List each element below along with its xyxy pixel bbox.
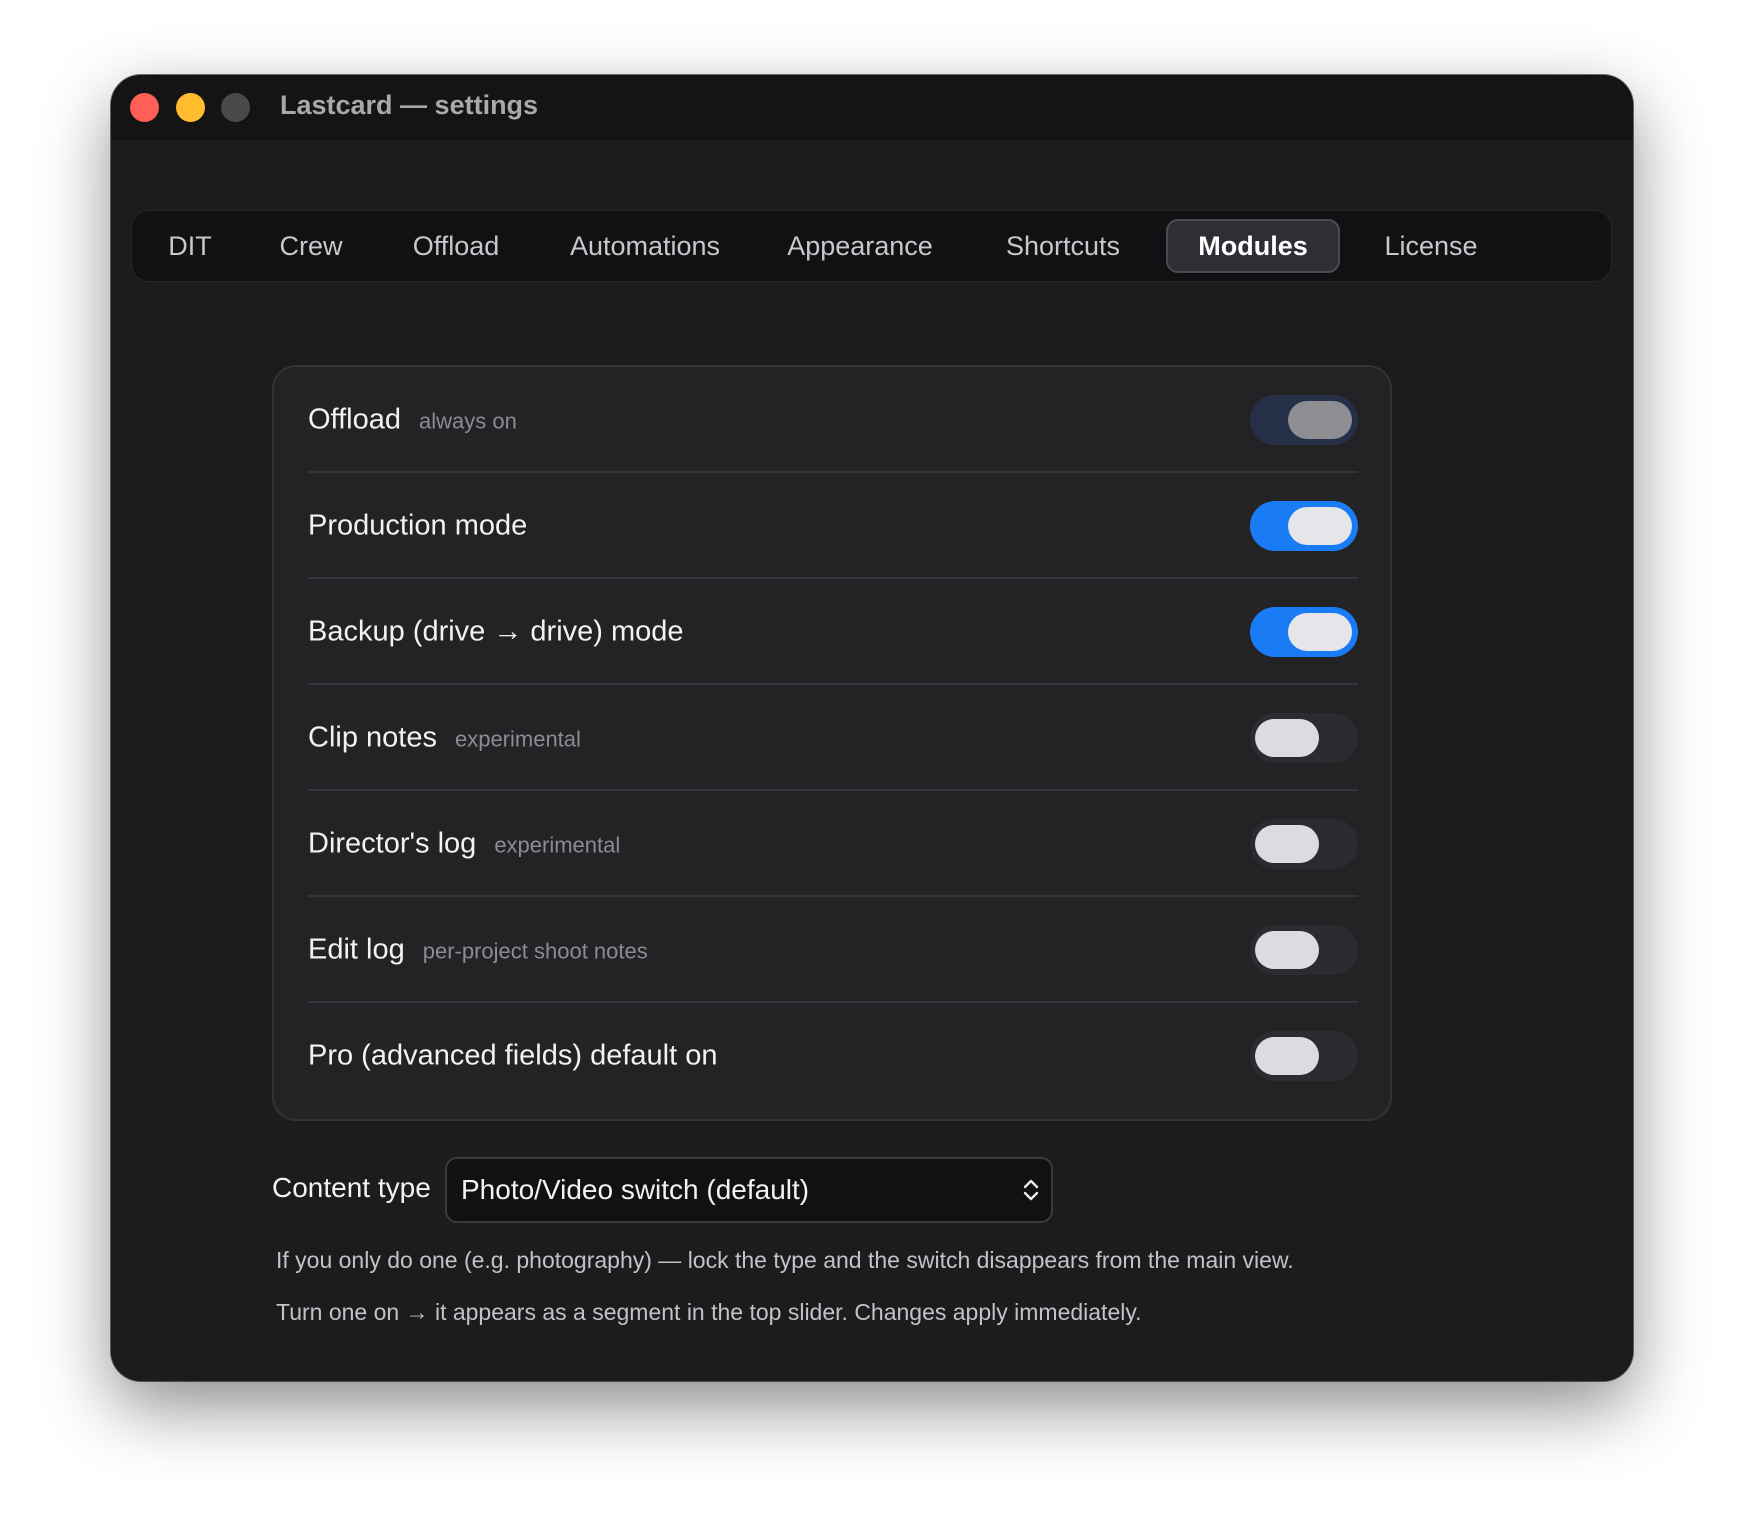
- module-title: Edit log: [308, 933, 405, 966]
- tab-modules[interactable]: Modules: [1166, 219, 1340, 273]
- module-title: Pro (advanced fields) default on: [308, 1039, 718, 1072]
- toggle-knob: [1255, 825, 1319, 863]
- content-type-select[interactable]: Photo/Video switch (default): [445, 1157, 1053, 1223]
- modules-panel: Offload always on Production mode Backup …: [272, 365, 1392, 1121]
- clip-notes-toggle[interactable]: [1250, 713, 1358, 763]
- directors-log-toggle[interactable]: [1250, 819, 1358, 869]
- module-hint: experimental: [494, 832, 621, 858]
- chevron-up-down-icon: [1023, 1179, 1039, 1201]
- close-window-button[interactable]: [130, 93, 159, 122]
- module-title: Clip notes: [308, 721, 437, 754]
- toggle-knob: [1288, 507, 1352, 545]
- module-row-clip-notes: Clip notes experimental: [308, 685, 1358, 791]
- module-hint: experimental: [454, 726, 581, 752]
- module-row-backup-mode: Backup (drive → drive) mode: [308, 579, 1358, 685]
- production-mode-toggle[interactable]: [1250, 501, 1358, 551]
- offload-toggle: [1250, 395, 1358, 445]
- tab-dit[interactable]: DIT: [150, 219, 230, 273]
- zoom-window-button[interactable]: [221, 93, 250, 122]
- module-row-directors-log: Director's log experimental: [308, 791, 1358, 897]
- module-row-production-mode: Production mode: [308, 473, 1358, 579]
- content-type-label: Content type: [272, 1172, 431, 1203]
- tab-offload[interactable]: Offload: [394, 219, 518, 273]
- window-title: Lastcard — settings: [280, 90, 539, 120]
- tab-automations[interactable]: Automations: [551, 219, 739, 273]
- settings-window: Lastcard — settings DIT Crew Offload Aut…: [111, 75, 1633, 1381]
- toggle-knob: [1255, 931, 1319, 969]
- tab-crew[interactable]: Crew: [262, 219, 360, 273]
- module-row-pro-default: Pro (advanced fields) default on: [308, 1003, 1358, 1109]
- help-text-content-type: If you only do one (e.g. photography) — …: [276, 1247, 1294, 1273]
- backup-mode-toggle[interactable]: [1250, 607, 1358, 657]
- toggle-knob: [1255, 1037, 1319, 1075]
- module-title: Director's log: [308, 827, 477, 860]
- toggle-knob: [1288, 613, 1352, 651]
- tab-appearance[interactable]: Appearance: [772, 219, 948, 273]
- minimize-window-button[interactable]: [176, 93, 205, 122]
- tab-shortcuts[interactable]: Shortcuts: [981, 219, 1145, 273]
- module-hint: always on: [418, 408, 517, 434]
- toggle-knob: [1288, 401, 1352, 439]
- title-bar: Lastcard — settings: [111, 75, 1633, 140]
- module-title: Offload: [308, 403, 401, 436]
- help-text-modules: Turn one on → it appears as a segment in…: [276, 1299, 1142, 1325]
- module-row-edit-log: Edit log per-project shoot notes: [308, 897, 1358, 1003]
- edit-log-toggle[interactable]: [1250, 925, 1358, 975]
- toggle-knob: [1255, 719, 1319, 757]
- module-title: Production mode: [308, 509, 528, 542]
- module-row-offload: Offload always on: [308, 367, 1358, 473]
- tab-license[interactable]: License: [1368, 219, 1494, 273]
- module-title: Backup (drive → drive) mode: [308, 615, 684, 648]
- pro-default-toggle[interactable]: [1250, 1031, 1358, 1081]
- module-hint: per-project shoot notes: [422, 938, 648, 964]
- content-type-value: Photo/Video switch (default): [461, 1174, 810, 1205]
- settings-tab-bar: DIT Crew Offload Automations Appearance …: [131, 210, 1612, 282]
